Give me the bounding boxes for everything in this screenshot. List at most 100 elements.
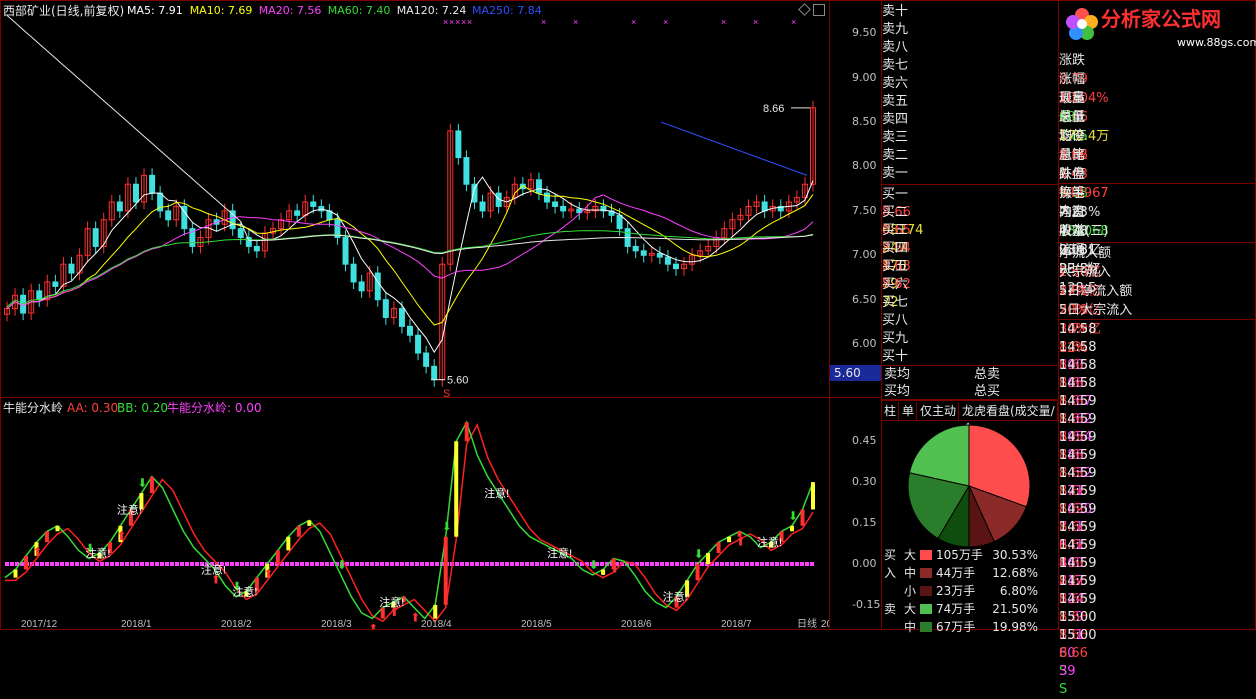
tick-row: 14:59 8.66 5954 S <box>1059 393 1255 463</box>
zero-dot <box>750 562 754 566</box>
zero-dot <box>550 562 554 566</box>
zero-dot <box>375 562 379 566</box>
sell-level-label: 卖一 <box>882 166 909 181</box>
zero-dot <box>270 562 274 566</box>
zero-dot <box>240 562 244 566</box>
zero-dot <box>685 562 689 566</box>
zero-dot <box>100 562 104 566</box>
candle-body <box>310 201 317 207</box>
note-label: 注意! <box>547 546 572 560</box>
zero-dot <box>315 562 319 566</box>
candle-body <box>342 237 349 265</box>
zero-dot <box>725 562 729 566</box>
signal-mark: × <box>791 17 796 27</box>
indicator-bar <box>464 422 469 442</box>
zero-dot <box>425 562 429 566</box>
zero-dot <box>110 562 114 566</box>
candle-body <box>455 130 462 159</box>
x-axis-label: 2018/4 <box>421 619 452 629</box>
indicator-aa-line <box>4 420 814 620</box>
price-tick-label: 9.00 <box>852 70 877 84</box>
candle-body <box>664 256 671 265</box>
x-axis-label: 2018/2 <box>221 619 252 629</box>
price-tick-label: 7.50 <box>852 203 877 217</box>
signal-mark: × <box>631 17 636 27</box>
tick-row: 14:58 8.66 1462 S <box>1059 375 1255 445</box>
price-chart-panel[interactable]: 西部矿业(日线,前复权) MA5: 7.91 MA10: 7.69 MA20: 7.… <box>0 0 830 398</box>
quote-row: 涨停 8.66 跌停 7.08 <box>1059 127 1255 201</box>
tick-row: 14:59 8.66 524 S <box>1059 555 1255 625</box>
buy-level-label: 买八 <box>882 313 909 328</box>
signal-mark: × <box>541 17 546 27</box>
quote-label: 涨幅 <box>1059 72 1086 87</box>
flow-tab-1[interactable]: 单 <box>900 402 918 420</box>
tick-time: 14:58 <box>1059 358 1097 373</box>
indicator-bar <box>601 569 606 575</box>
zero-dot <box>680 562 684 566</box>
zero-dot <box>325 562 329 566</box>
indicator-tick-label: -0.15 <box>852 597 881 611</box>
buy-level-label: 买十 <box>882 349 909 364</box>
zero-dot <box>355 562 359 566</box>
buy-row: 买四 8.63 79 <box>882 240 1058 292</box>
tick-row: 14:58 8.66 166 S <box>1059 339 1255 409</box>
buy-row: 买十 <box>882 348 1058 366</box>
capital-row: 净流入额 2.50亿 17% <box>1059 244 1255 299</box>
quote-row: 收益(三) 0.051 PE(动) 128.5 <box>1059 222 1255 296</box>
candle-body <box>382 299 389 318</box>
zero-dot <box>145 562 149 566</box>
candle-body <box>552 201 559 207</box>
indicator-panel[interactable]: 牛能分水岭 AA: 0.30 BB: 0.20 牛能分水岭: 0.00 ⬇ ⬇ ⬇ ⬇… <box>0 397 830 630</box>
tick-time: 14:58 <box>1059 340 1097 355</box>
zero-dot <box>540 562 544 566</box>
flow-tab-0[interactable]: 柱 <box>882 402 900 420</box>
flow-tab-3[interactable]: 龙虎看盘(成交量/金 <box>960 402 1058 436</box>
sell-row: 卖五 <box>882 93 1058 111</box>
zero-dot <box>50 562 54 566</box>
flow-swatch <box>920 586 932 596</box>
buy-level-label: 买七 <box>882 295 909 310</box>
flow-size: 中 <box>904 620 917 634</box>
candle-body <box>165 210 172 221</box>
candle-body <box>245 237 252 247</box>
zero-dot <box>690 562 694 566</box>
x-axis-label: 2018/1 <box>121 619 152 629</box>
sell-row: 卖一 <box>882 165 1058 183</box>
zero-dot <box>195 562 199 566</box>
quote-row: 外盘 942967 内盘 781068 <box>1059 165 1255 239</box>
indicator-tick-label: 0.30 <box>852 475 877 489</box>
flow-side: 买 <box>884 548 897 562</box>
up-arrow-icon: ⬆ <box>410 611 420 625</box>
zero-dot <box>70 562 74 566</box>
zero-dot <box>700 562 704 566</box>
up-arrow-icon: ⬆ <box>610 562 620 576</box>
zero-dot <box>525 562 529 566</box>
candle-body <box>632 245 639 252</box>
zero-dot <box>790 562 794 566</box>
logo-url: www.88gs.com <box>1177 36 1256 49</box>
zero-dot <box>435 562 439 566</box>
tick-time: 14:59 <box>1059 466 1097 481</box>
sell-level-label: 卖十 <box>882 4 909 19</box>
quote-row: 现量 68 均价 8.32 <box>1059 89 1255 163</box>
flow-size: 小 <box>904 584 917 598</box>
price-axis: 9.50 9.00 8.50 8.00 7.50 7.00 6.50 6.00 5.60 <box>829 0 882 398</box>
candle-body <box>423 352 430 367</box>
up-arrow-icon: ⬆ <box>736 534 746 548</box>
indicator-bar <box>307 520 312 526</box>
buy-row: 买七 <box>882 294 1058 312</box>
indicator-bar <box>44 531 49 543</box>
price-tick-label: 7.00 <box>852 248 877 262</box>
candle-body <box>149 174 156 194</box>
up-arrow-icon: ⬆ <box>32 545 42 559</box>
flow-tab-2[interactable]: 仅主动 <box>918 402 960 420</box>
zero-dot <box>120 562 124 566</box>
zero-dot <box>570 562 574 566</box>
zero-dot <box>460 562 464 566</box>
zero-dot <box>780 562 784 566</box>
zero-dot <box>490 562 494 566</box>
zero-dot <box>150 562 154 566</box>
tick-time: 14:59 <box>1059 556 1097 571</box>
candle-body <box>116 201 123 212</box>
quote-panel: 分析家公式网 www.88gs.com 涨跌 0.79 最高 8.66 涨幅 10.04%… <box>1058 0 1256 697</box>
